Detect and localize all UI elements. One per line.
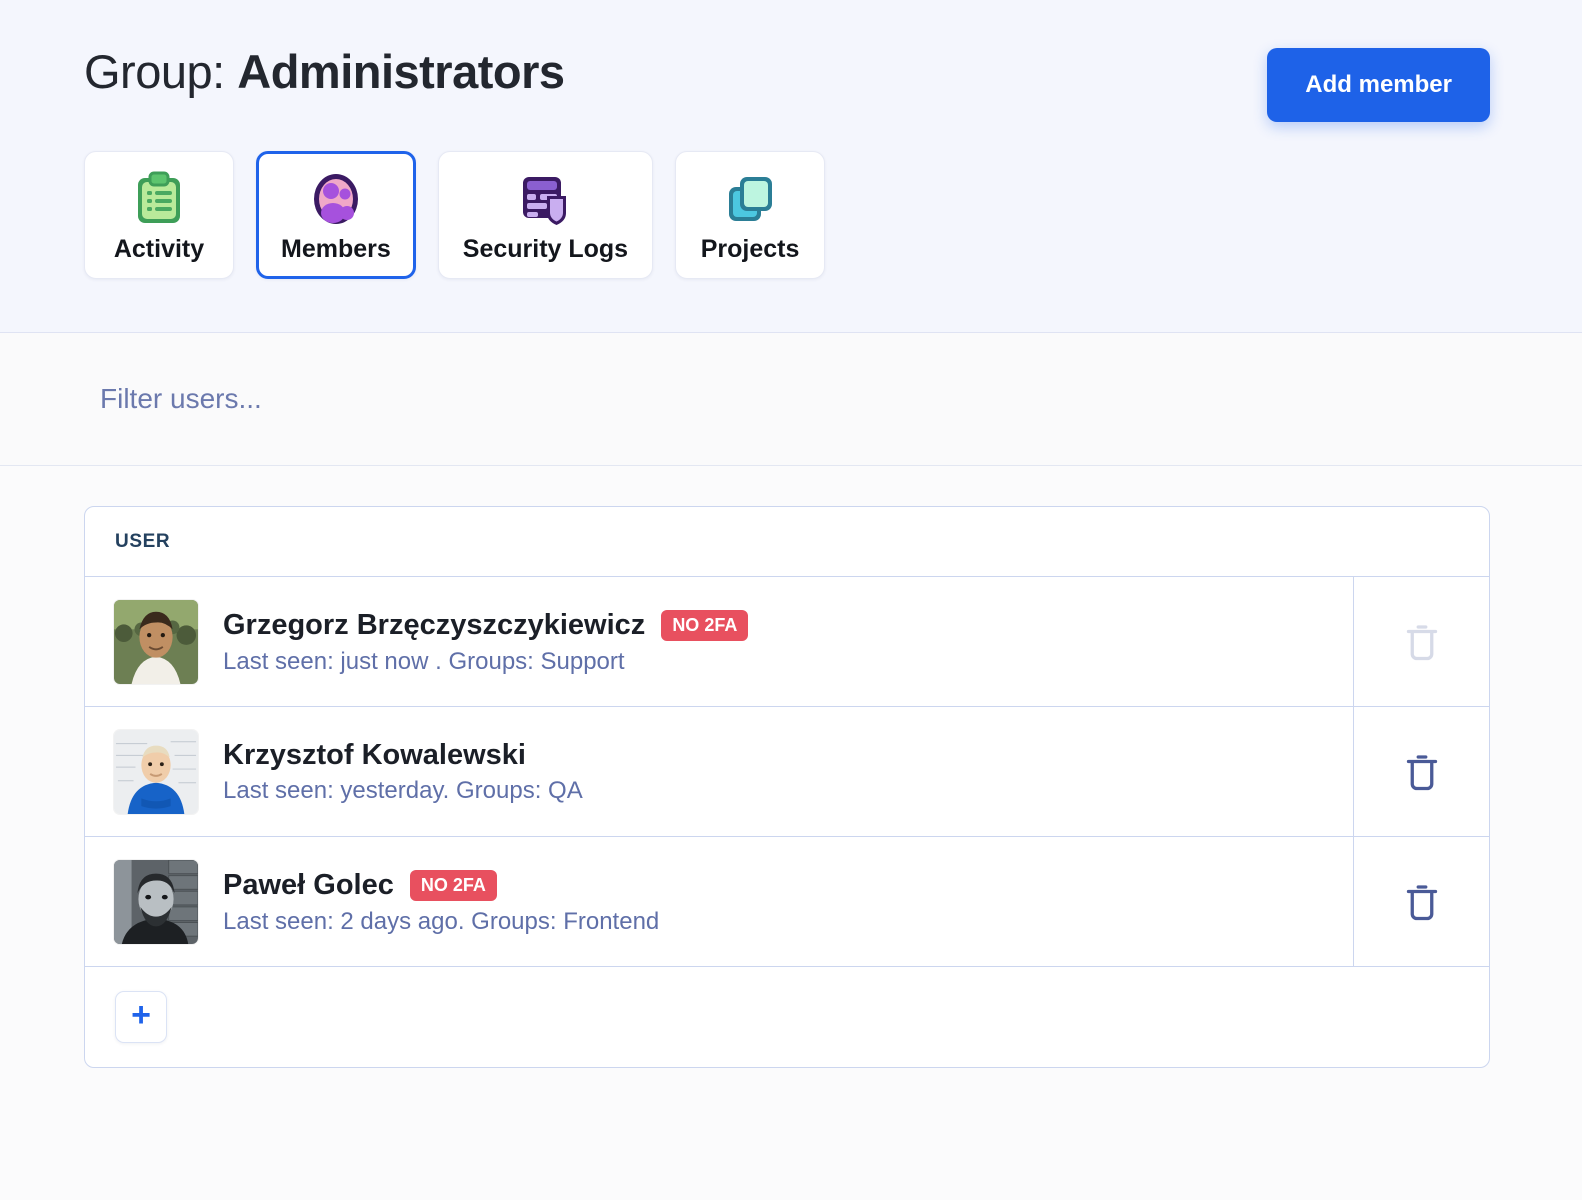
table-row-user-cell[interactable]: Krzysztof Kowalewski Last seen: yesterda… — [85, 707, 1354, 836]
tab-members[interactable]: Members — [256, 151, 416, 279]
user-meta: Last seen: 2 days ago. Groups: Frontend — [223, 907, 660, 935]
page-header-band: Group: Administrators Add member Activit — [0, 0, 1582, 333]
trash-icon — [1406, 754, 1437, 790]
row-text: Paweł Golec NO 2FA Last seen: 2 days ago… — [223, 868, 660, 935]
delete-user-button[interactable] — [1354, 837, 1489, 966]
filter-users-input[interactable] — [100, 383, 800, 415]
user-name: Grzegorz Brzęczyszczykiewicz — [223, 608, 646, 641]
table-row-user-cell[interactable]: Grzegorz Brzęczyszczykiewicz NO 2FA Last… — [85, 577, 1354, 706]
stacked-cards-icon — [723, 170, 777, 228]
name-line: Krzysztof Kowalewski — [223, 738, 583, 771]
tab-projects-label: Projects — [700, 235, 800, 263]
clipboard-icon — [134, 170, 184, 228]
table-row: Grzegorz Brzęczyszczykiewicz NO 2FA Last… — [85, 577, 1489, 707]
table-row: Paweł Golec NO 2FA Last seen: 2 days ago… — [85, 837, 1489, 967]
table-row-user-cell[interactable]: Paweł Golec NO 2FA Last seen: 2 days ago… — [85, 837, 1354, 966]
title-row: Group: Administrators Add member — [0, 0, 1582, 122]
trash-icon — [1406, 884, 1437, 920]
tab-security-logs-label: Security Logs — [462, 235, 629, 263]
avatar — [113, 858, 199, 945]
plus-icon: + — [131, 996, 151, 1034]
name-line: Grzegorz Brzęczyszczykiewicz NO 2FA — [223, 608, 749, 641]
table-header-row: USER — [85, 507, 1489, 577]
page-title-name: Administrators — [237, 45, 565, 98]
user-name: Paweł Golec — [223, 868, 394, 901]
members-table: USER Grzegorz Brzęczyszczykiewicz NO 2FA… — [84, 506, 1490, 1068]
page-title-prefix: Group: — [84, 45, 225, 98]
status-badge-no-2fa: NO 2FA — [661, 609, 749, 641]
user-meta: Last seen: yesterday. Groups: QA — [223, 776, 583, 804]
delete-user-button[interactable] — [1354, 707, 1489, 836]
trash-icon — [1406, 624, 1437, 660]
column-header-user: USER — [115, 530, 171, 552]
status-badge-no-2fa: NO 2FA — [409, 869, 497, 901]
name-line: Paweł Golec NO 2FA — [223, 868, 659, 901]
tab-activity-label: Activity — [113, 235, 205, 263]
shield-document-icon — [518, 170, 572, 228]
user-name: Krzysztof Kowalewski — [223, 738, 526, 771]
user-group-icon — [310, 170, 362, 228]
avatar — [113, 728, 199, 815]
tab-security-logs[interactable]: Security Logs — [437, 151, 654, 279]
row-text: Krzysztof Kowalewski Last seen: yesterda… — [223, 738, 583, 804]
tab-activity[interactable]: Activity — [84, 151, 234, 279]
tab-members-label: Members — [281, 235, 391, 263]
avatar — [113, 598, 199, 685]
members-content-area: USER Grzegorz Brzęczyszczykiewicz NO 2FA… — [0, 466, 1582, 1068]
page-title: Group: Administrators — [84, 48, 565, 95]
filter-bar — [0, 333, 1582, 466]
add-row-button[interactable]: + — [115, 991, 167, 1043]
table-footer: + — [85, 967, 1489, 1067]
add-member-button[interactable]: Add member — [1267, 48, 1490, 122]
delete-user-button[interactable] — [1354, 577, 1489, 706]
tab-projects[interactable]: Projects — [675, 151, 826, 279]
user-meta: Last seen: just now . Groups: Support — [223, 647, 625, 675]
table-row: Krzysztof Kowalewski Last seen: yesterda… — [85, 707, 1489, 837]
tab-bar: Activity Members Security Logs Projects — [0, 122, 1582, 279]
row-text: Grzegorz Brzęczyszczykiewicz NO 2FA Last… — [223, 608, 749, 675]
